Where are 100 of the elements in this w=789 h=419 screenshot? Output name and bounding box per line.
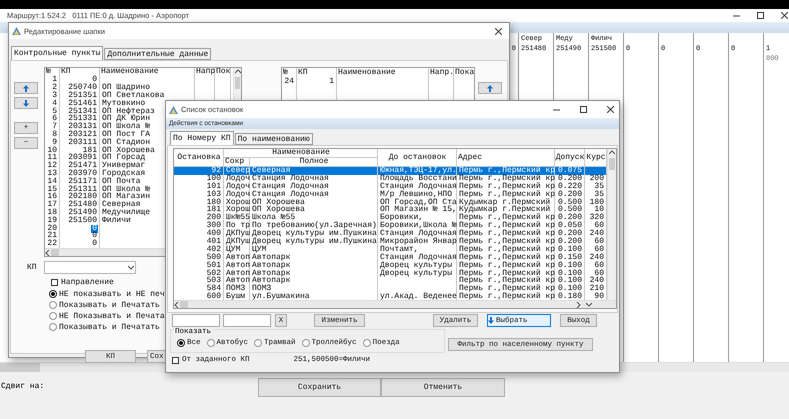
table-cell: 11 bbox=[46, 154, 58, 162]
tab[interactable]: Контрольные пункты bbox=[11, 46, 104, 60]
radio-button[interactable] bbox=[49, 290, 57, 298]
radio-button[interactable] bbox=[49, 323, 57, 331]
move-up-button[interactable] bbox=[14, 82, 38, 94]
radio-label: Показывать и Печатать bbox=[59, 300, 160, 310]
kp-dropdown[interactable] bbox=[44, 261, 136, 274]
table-cell: 35 bbox=[593, 182, 605, 191]
table-cell: Универмаг bbox=[101, 162, 146, 170]
table-cell: 0.200 bbox=[556, 174, 583, 183]
scrollbar-thumb[interactable] bbox=[608, 158, 616, 170]
table-cell: 402 bbox=[206, 246, 222, 254]
table-cell: 200 bbox=[206, 214, 222, 222]
table-cell: Пермь г.,Пермский кр bbox=[458, 262, 556, 270]
table-cell: 584 bbox=[206, 285, 222, 294]
radio-button[interactable] bbox=[302, 339, 310, 347]
table-cell: 103 bbox=[206, 190, 222, 199]
table-cell: 251311 bbox=[67, 186, 98, 194]
table-cell-text: Школа №55 bbox=[251, 214, 296, 222]
table-cell: Кудымкар г.Пермский bbox=[458, 206, 552, 214]
radio-button[interactable] bbox=[177, 339, 185, 347]
scrollbar-thumb[interactable] bbox=[51, 249, 59, 256]
table-cell: 6 bbox=[51, 115, 58, 124]
radio-label: Показывать и Печатать bbox=[59, 322, 160, 332]
scrollbar[interactable] bbox=[607, 149, 616, 300]
table-cell: 181 bbox=[206, 206, 222, 214]
table-cell: 320 bbox=[588, 214, 605, 222]
table-cell: 0.200 bbox=[556, 230, 583, 238]
radio-button[interactable] bbox=[254, 339, 262, 347]
tab[interactable]: Дополнительные данные bbox=[104, 48, 212, 60]
table-cell: 60 bbox=[593, 238, 605, 246]
scrollbar[interactable] bbox=[174, 300, 616, 308]
table-cell: ОП Горсад,ОП Ста bbox=[379, 198, 458, 207]
table-cell: 1 bbox=[51, 76, 58, 84]
table-cell: 0 bbox=[91, 240, 98, 248]
chevron-up-icon bbox=[234, 69, 240, 75]
table-cell: 240 bbox=[588, 254, 605, 262]
table-cell: Южная,ТЭЦ-17,ул. bbox=[379, 167, 458, 175]
table-cell: Шк№55 bbox=[225, 214, 252, 222]
table-cell: Пермь г.,Пермский кр bbox=[458, 246, 556, 254]
table-cell: 0.075 bbox=[556, 167, 583, 175]
table-cell: Станция Лодочная bbox=[379, 254, 458, 262]
move-up-button[interactable] bbox=[478, 82, 502, 94]
scrollbar-thumb[interactable] bbox=[234, 77, 240, 89]
table-cell: 12 bbox=[46, 162, 58, 170]
table-cell: Пермь г.,Пермский кр bbox=[458, 277, 556, 286]
table-cell: 501 bbox=[206, 262, 222, 270]
table-cell-text: 0 bbox=[92, 76, 98, 84]
table-cell-text: Северная bbox=[251, 167, 290, 175]
input-field[interactable] bbox=[223, 314, 271, 327]
table-cell: 240 bbox=[588, 277, 605, 286]
radio-button[interactable] bbox=[49, 312, 57, 320]
table-cell-text: ОП Шадрино bbox=[101, 84, 150, 92]
table-cell: 0.100 bbox=[556, 270, 583, 278]
checkbox[interactable] bbox=[172, 357, 179, 364]
table-cell: 502 bbox=[206, 270, 222, 278]
cancel-button[interactable]: Отменить bbox=[381, 378, 505, 397]
save-button[interactable]: Сохранить bbox=[258, 378, 381, 397]
checkbox-label: Направление bbox=[61, 278, 114, 287]
table-cell: ул.Бушмакина bbox=[251, 293, 311, 302]
table-cell: 203121 bbox=[67, 131, 98, 140]
column-header: КП bbox=[61, 68, 71, 76]
table-cell-text: ЦУМ bbox=[225, 246, 240, 254]
radio-button[interactable] bbox=[362, 339, 371, 347]
table-cell: 17 bbox=[46, 201, 58, 210]
table-cell: 0.200 bbox=[556, 214, 583, 222]
radio-button[interactable] bbox=[206, 339, 215, 347]
column-header: Пока bbox=[455, 69, 474, 77]
column-header: Полное bbox=[300, 158, 328, 166]
table-cell: Лодоч bbox=[225, 190, 252, 199]
move-down-button[interactable] bbox=[14, 97, 38, 109]
table-cell: 0.500 bbox=[556, 206, 583, 214]
table-cell-text: ЦУМ bbox=[251, 246, 266, 254]
table-cell: 7 bbox=[51, 123, 58, 132]
table-cell: Автоп bbox=[225, 254, 252, 262]
table-cell: Пермь г.,Пермский кр bbox=[458, 285, 556, 294]
table-cell: Лодоч bbox=[225, 174, 252, 183]
scrollbar-thumb[interactable] bbox=[0, 363, 40, 372]
table-cell: ДКПуш bbox=[225, 238, 252, 246]
column-header: Напр bbox=[196, 68, 216, 76]
column-header: Наименование bbox=[101, 68, 159, 76]
table-cell: 100 bbox=[206, 174, 222, 183]
column-header: Сокр bbox=[225, 158, 244, 166]
table-cell: ПОМЗ bbox=[225, 285, 246, 294]
tab[interactable]: По наименованию bbox=[234, 133, 313, 145]
column-header: Наименование bbox=[338, 69, 396, 77]
radio-label: НЕ Показывать и Печата bbox=[59, 312, 165, 320]
table-cell: Пермь г.,Пермский кр bbox=[458, 182, 556, 191]
table-cell: 600 bbox=[206, 293, 222, 302]
tab[interactable]: По Номеру КП bbox=[170, 131, 234, 145]
scrollbar-thumb[interactable] bbox=[180, 301, 188, 308]
table-cell: 251471 bbox=[67, 162, 98, 170]
maximize-icon bbox=[580, 106, 587, 113]
table-cell: 3 bbox=[51, 92, 58, 100]
table-cell: Автопарк bbox=[251, 277, 292, 286]
table-cell: Пермь г.,Пермский кр bbox=[458, 230, 556, 238]
input-field[interactable] bbox=[172, 314, 220, 327]
radio-button[interactable] bbox=[49, 301, 57, 309]
checkbox[interactable] bbox=[51, 279, 58, 286]
table-cell-text: 10 bbox=[594, 206, 605, 214]
